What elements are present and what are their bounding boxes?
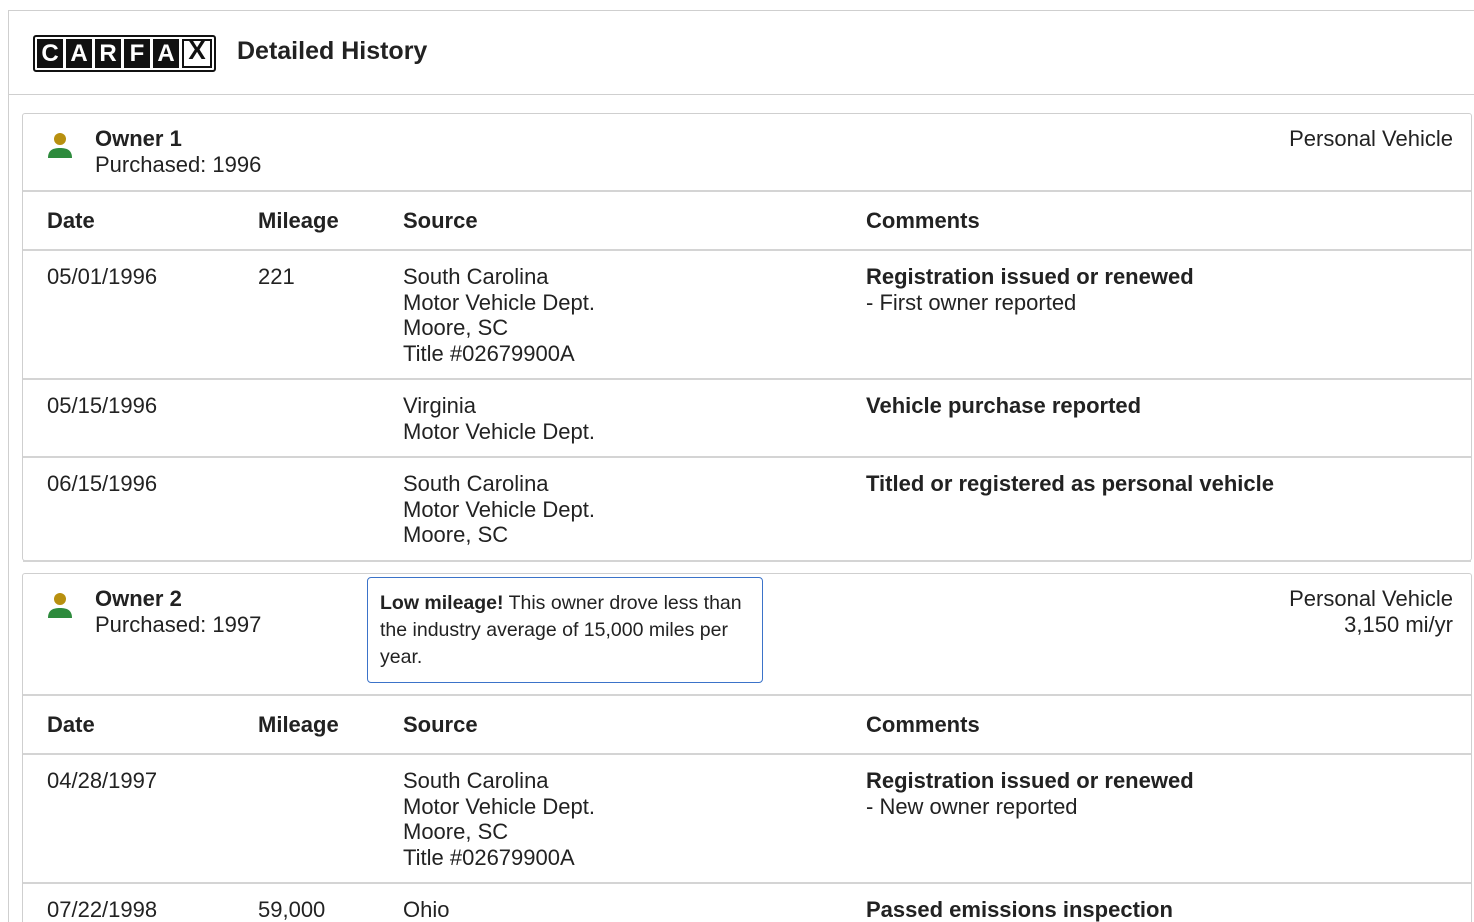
owner-mileage-rate: 3,150 mi/yr: [1344, 612, 1453, 637]
carfax-logo: C A R F A X: [33, 35, 216, 72]
comment-title: Titled or registered as personal vehicle: [866, 471, 1274, 496]
record-mileage: 59,000: [258, 883, 403, 922]
record-source: South Carolina Motor Vehicle Dept. Moore…: [403, 457, 866, 562]
column-header-date: Date: [23, 192, 258, 251]
comment-title: Passed emissions inspection: [866, 897, 1173, 922]
logo-letter: X: [182, 35, 212, 68]
record-source: Virginia Motor Vehicle Dept.: [403, 379, 866, 458]
owner-header: Owner 2 Purchased: 1997 Low mileage! Thi…: [23, 574, 1471, 696]
page-title: Detailed History: [237, 37, 428, 65]
source-line: Title #02679900A: [403, 340, 575, 366]
source-line: Motor Vehicle Dept.: [403, 793, 595, 819]
owner-section: Owner 2 Purchased: 1997 Low mileage! Thi…: [22, 573, 1472, 922]
logo-letter: A: [153, 39, 179, 68]
record-comments: Registration issued or renewed - New own…: [866, 754, 1471, 884]
table-header-row: Date Mileage Source Comments: [23, 192, 1471, 251]
source-line: South Carolina: [403, 264, 549, 289]
record-source: South Carolina Motor Vehicle Dept. Moore…: [403, 250, 866, 380]
record-source: South Carolina Motor Vehicle Dept. Moore…: [403, 754, 866, 884]
record-date: 07/22/1998: [23, 883, 258, 922]
record-comments: Vehicle purchase reported: [866, 379, 1471, 458]
source-line: Ohio: [403, 897, 450, 922]
column-header-mileage: Mileage: [258, 696, 403, 755]
logo-letter: C: [37, 39, 63, 68]
person-icon: [48, 593, 72, 618]
record-source: Ohio: [403, 883, 866, 922]
owner-section: Owner 1 Purchased: 1996 Personal Vehicle…: [22, 113, 1472, 562]
owner-purchased: Purchased: 1997: [95, 612, 262, 637]
source-line: Virginia: [403, 393, 476, 418]
source-line: Moore, SC: [403, 315, 509, 340]
table-header-row: Date Mileage Source Comments: [23, 696, 1471, 755]
record-date: 06/15/1996: [23, 457, 258, 562]
source-line: South Carolina: [403, 768, 549, 793]
comment-title: Vehicle purchase reported: [866, 393, 1142, 418]
person-icon: [48, 133, 72, 158]
comment-title: Registration issued or renewed: [866, 768, 1194, 793]
column-header-source: Source: [403, 192, 866, 251]
record-date: 04/28/1997: [23, 754, 258, 884]
callout-highlight: Low mileage!: [380, 592, 504, 614]
owner-vehicle-type: Personal Vehicle: [1289, 126, 1453, 151]
history-table: Date Mileage Source Comments 04/28/1997 …: [23, 696, 1471, 922]
source-line: South Carolina: [403, 471, 549, 496]
carfax-report: C A R F A X Detailed History Owner 1 Pur…: [8, 10, 1474, 922]
table-row: 05/15/1996 Virginia Motor Vehicle Dept. …: [23, 379, 1471, 458]
column-header-source: Source: [403, 696, 866, 755]
record-comments: Titled or registered as personal vehicle: [866, 457, 1471, 562]
logo-letter: F: [124, 39, 150, 68]
comment-note: - First owner reported: [866, 289, 1077, 315]
source-line: Motor Vehicle Dept.: [403, 496, 595, 522]
history-table: Date Mileage Source Comments 05/01/1996 …: [23, 192, 1471, 562]
record-mileage: [258, 754, 403, 884]
record-mileage: 221: [258, 250, 403, 380]
logo-letter: R: [95, 39, 121, 68]
table-row: 07/22/1998 59,000 Ohio Passed emissions …: [23, 883, 1471, 922]
owner-name: Owner 1: [95, 126, 182, 151]
record-mileage: [258, 457, 403, 562]
table-row: 05/01/1996 221 South Carolina Motor Vehi…: [23, 250, 1471, 380]
report-header: C A R F A X Detailed History: [9, 11, 1474, 95]
owner-name: Owner 2: [95, 586, 182, 611]
record-date: 05/15/1996: [23, 379, 258, 458]
source-line: Motor Vehicle Dept.: [403, 418, 595, 444]
record-date: 05/01/1996: [23, 250, 258, 380]
source-line: Moore, SC: [403, 522, 509, 547]
record-comments: Registration issued or renewed - First o…: [866, 250, 1471, 380]
owner-purchased: Purchased: 1996: [95, 152, 262, 177]
comment-title: Registration issued or renewed: [866, 264, 1194, 289]
column-header-comments: Comments: [866, 696, 1471, 755]
source-line: Moore, SC: [403, 819, 509, 844]
column-header-mileage: Mileage: [258, 192, 403, 251]
source-line: Title #02679900A: [403, 844, 575, 870]
record-comments: Passed emissions inspection: [866, 883, 1471, 922]
table-row: 04/28/1997 South Carolina Motor Vehicle …: [23, 754, 1471, 884]
record-mileage: [258, 379, 403, 458]
source-line: Motor Vehicle Dept.: [403, 289, 595, 315]
owner-vehicle-type: Personal Vehicle: [1289, 586, 1453, 611]
column-header-date: Date: [23, 696, 258, 755]
owner-header: Owner 1 Purchased: 1996 Personal Vehicle: [23, 114, 1471, 192]
low-mileage-callout: Low mileage! This owner drove less than …: [367, 577, 763, 683]
comment-note: - New owner reported: [866, 793, 1078, 819]
table-row: 06/15/1996 South Carolina Motor Vehicle …: [23, 457, 1471, 562]
column-header-comments: Comments: [866, 192, 1471, 251]
logo-letter: A: [66, 39, 92, 68]
